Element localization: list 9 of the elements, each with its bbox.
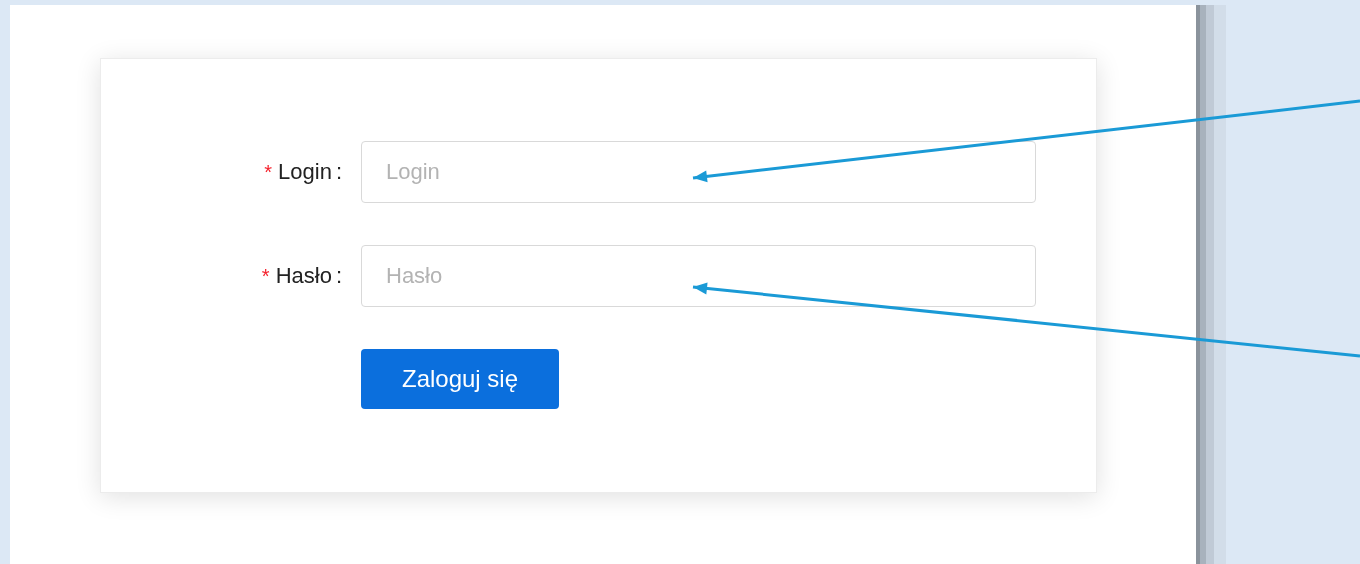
field-label: Hasło xyxy=(275,263,332,289)
label-colon: : xyxy=(335,263,342,289)
field-label: Login xyxy=(278,159,332,185)
required-asterisk: * xyxy=(264,160,273,184)
password-field[interactable]: Hasło xyxy=(361,245,1036,307)
login-field[interactable]: Login xyxy=(361,141,1036,203)
login-button[interactable]: Zaloguj się xyxy=(361,349,559,409)
required-asterisk: * xyxy=(261,264,270,288)
label-colon: : xyxy=(335,159,342,185)
